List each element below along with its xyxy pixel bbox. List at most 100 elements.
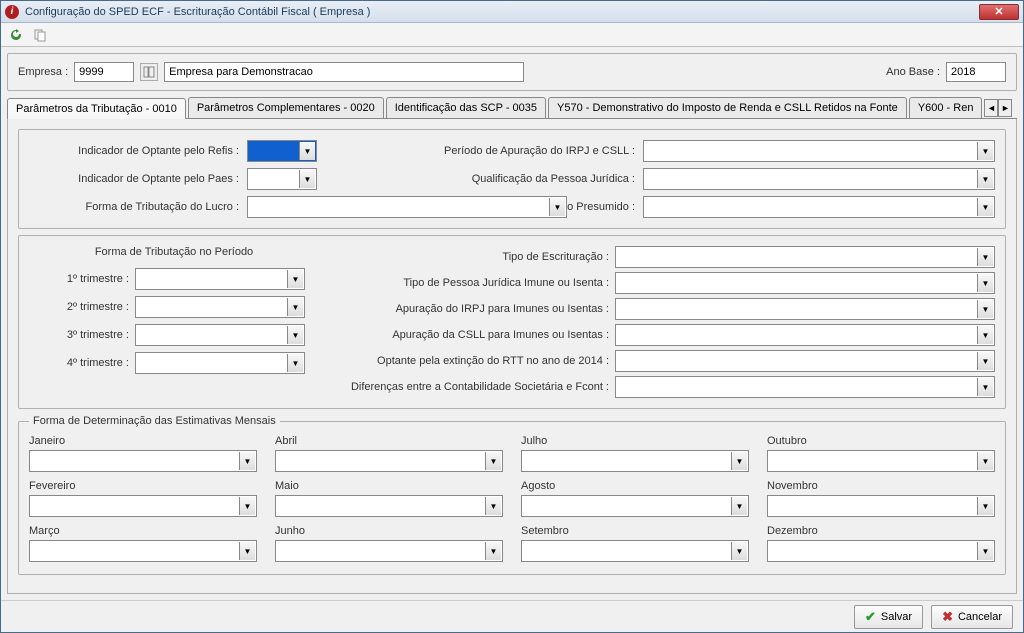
chevron-down-icon: ▼: [977, 378, 993, 396]
save-button[interactable]: ✔ Salvar: [854, 605, 923, 629]
apur-csll-label: Apuração da CSLL para Imunes ou Isentas …: [339, 329, 609, 341]
month-label: Junho: [275, 525, 503, 537]
copy-icon[interactable]: [31, 26, 49, 44]
periodo-label: Período de Apuração do IRPJ e CSLL :: [385, 145, 635, 157]
refis-label: Indicador de Optante pelo Refis :: [29, 145, 239, 157]
chevron-down-icon: ▼: [731, 497, 747, 515]
forma-label: Forma de Tributação do Lucro :: [29, 201, 239, 213]
empresa-name-input[interactable]: [164, 62, 524, 82]
close-button[interactable]: ✕: [979, 4, 1019, 20]
chevron-down-icon: ▼: [287, 298, 303, 316]
chevron-down-icon: ▼: [977, 198, 993, 216]
month-janeiro-select[interactable]: ▼: [29, 450, 257, 472]
refis-select[interactable]: ▼: [247, 140, 317, 162]
chevron-down-icon: ▼: [239, 542, 255, 560]
tab-identificacao-scp[interactable]: Identificação das SCP - 0035: [386, 97, 546, 118]
month-label: Dezembro: [767, 525, 995, 537]
lookup-empresa-button[interactable]: [140, 63, 158, 81]
cancel-button[interactable]: ✖ Cancelar: [931, 605, 1013, 629]
month-dezembro-select[interactable]: ▼: [767, 540, 995, 562]
qualif-select[interactable]: ▼: [643, 168, 995, 190]
month-label: Janeiro: [29, 435, 257, 447]
month-label: Novembro: [767, 480, 995, 492]
tipo-pj-select[interactable]: ▼: [615, 272, 995, 294]
section-estimativas-mensais: Forma de Determinação das Estimativas Me…: [18, 415, 1006, 575]
check-icon: ✔: [865, 609, 876, 625]
paes-select[interactable]: ▼: [247, 168, 317, 190]
chevron-down-icon: ▼: [549, 198, 565, 216]
month-label: Fevereiro: [29, 480, 257, 492]
tipo-pj-label: Tipo de Pessoa Jurídica Imune ou Isenta …: [339, 277, 609, 289]
month-label: Julho: [521, 435, 749, 447]
chevron-down-icon: ▼: [977, 170, 993, 188]
criterio-select[interactable]: ▼: [643, 196, 995, 218]
chevron-down-icon: ▼: [239, 497, 255, 515]
tab-parametros-tributacao[interactable]: Parâmetros da Tributação - 0010: [7, 98, 186, 119]
escrituracao-column: Tipo de Escrituração : ▼ Tipo de Pessoa …: [339, 246, 995, 398]
month-label: Setembro: [521, 525, 749, 537]
chevron-down-icon: ▼: [977, 142, 993, 160]
month-junho-select[interactable]: ▼: [275, 540, 503, 562]
dif-label: Diferenças entre a Contabilidade Societá…: [339, 381, 609, 393]
forma-select[interactable]: ▼: [247, 196, 567, 218]
month-label: Março: [29, 525, 257, 537]
month-agosto-select[interactable]: ▼: [521, 495, 749, 517]
header-row: Empresa : Ano Base :: [7, 53, 1017, 91]
chevron-down-icon: ▼: [731, 542, 747, 560]
tab-y600[interactable]: Y600 - Ren: [909, 97, 983, 118]
chevron-down-icon: ▼: [485, 452, 501, 470]
month-marco-select[interactable]: ▼: [29, 540, 257, 562]
anobase-input[interactable]: [946, 62, 1006, 82]
month-label: Maio: [275, 480, 503, 492]
month-julho-select[interactable]: ▼: [521, 450, 749, 472]
month-label: Agosto: [521, 480, 749, 492]
section-periodo-escrituracao: Forma de Tributação no Período 1º trimes…: [18, 235, 1006, 409]
month-outubro-select[interactable]: ▼: [767, 450, 995, 472]
section-indicadores: Indicador de Optante pelo Refis : ▼ Perí…: [18, 129, 1006, 229]
chevron-down-icon: ▼: [731, 452, 747, 470]
chevron-down-icon: ▼: [977, 326, 993, 344]
t4-select[interactable]: ▼: [135, 352, 305, 374]
chevron-down-icon: ▼: [287, 326, 303, 344]
t4-label: 4º trimestre :: [29, 357, 129, 369]
x-icon: ✖: [942, 609, 953, 625]
month-label: Abril: [275, 435, 503, 447]
tipo-escr-select[interactable]: ▼: [615, 246, 995, 268]
month-novembro-select[interactable]: ▼: [767, 495, 995, 517]
chevron-down-icon: ▼: [287, 354, 303, 372]
dif-select[interactable]: ▼: [615, 376, 995, 398]
apur-csll-select[interactable]: ▼: [615, 324, 995, 346]
empresa-code-input[interactable]: [74, 62, 134, 82]
paes-label: Indicador de Optante pelo Paes :: [29, 173, 239, 185]
chevron-down-icon: ▼: [299, 142, 315, 160]
tab-strip: Parâmetros da Tributação - 0010 Parâmetr…: [7, 97, 1017, 119]
titlebar: i Configuração do SPED ECF - Escrituraçã…: [1, 1, 1023, 23]
month-abril-select[interactable]: ▼: [275, 450, 503, 472]
chevron-down-icon: ▼: [977, 248, 993, 266]
month-fevereiro-select[interactable]: ▼: [29, 495, 257, 517]
t1-label: 1º trimestre :: [29, 273, 129, 285]
rtt-select[interactable]: ▼: [615, 350, 995, 372]
empresa-label: Empresa :: [18, 66, 68, 78]
apur-irpj-select[interactable]: ▼: [615, 298, 995, 320]
tab-parametros-complementares[interactable]: Parâmetros Complementares - 0020: [188, 97, 384, 118]
t2-label: 2º trimestre :: [29, 301, 129, 313]
chevron-down-icon: ▼: [977, 497, 993, 515]
tab-scroll-right[interactable]: ►: [998, 99, 1012, 117]
tab-scroll-left[interactable]: ◄: [984, 99, 998, 117]
refresh-icon[interactable]: [7, 26, 25, 44]
periodo-select[interactable]: ▼: [643, 140, 995, 162]
t2-select[interactable]: ▼: [135, 296, 305, 318]
estimativas-legend: Forma de Determinação das Estimativas Me…: [29, 415, 280, 427]
tab-y570[interactable]: Y570 - Demonstrativo do Imposto de Renda…: [548, 97, 907, 118]
month-setembro-select[interactable]: ▼: [521, 540, 749, 562]
t3-select[interactable]: ▼: [135, 324, 305, 346]
footer: ✔ Salvar ✖ Cancelar: [1, 600, 1023, 632]
save-label: Salvar: [881, 611, 912, 623]
chevron-down-icon: ▼: [287, 270, 303, 288]
chevron-down-icon: ▼: [977, 452, 993, 470]
month-maio-select[interactable]: ▼: [275, 495, 503, 517]
chevron-down-icon: ▼: [485, 497, 501, 515]
t1-select[interactable]: ▼: [135, 268, 305, 290]
month-label: Outubro: [767, 435, 995, 447]
